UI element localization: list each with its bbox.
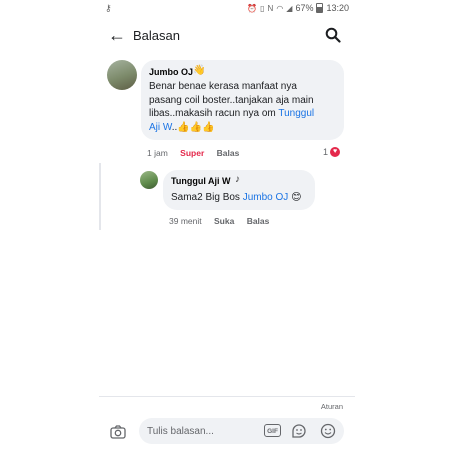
wave-icon: 👋 — [193, 65, 206, 76]
reply-time: 39 menit — [169, 216, 202, 226]
like-count[interactable]: 1 ♥ — [323, 147, 341, 157]
avatar-jumbo-oj[interactable] — [107, 60, 137, 90]
smile-emoji: 😊 — [291, 192, 302, 203]
alarm-icon: ⏰ — [247, 3, 258, 13]
heart-icon: ♥ — [330, 147, 341, 157]
battery-icon — [316, 3, 324, 13]
rules-link[interactable]: Aturan — [321, 402, 343, 411]
comment-text-line2: pasang coil boster..tanjakan aja main — [149, 94, 314, 106]
comment-text-line1: Benar benae kerasa manfaat nya — [149, 81, 297, 92]
reply-text-body: Sama2 Big Bos — [171, 192, 240, 203]
clock: 13:20 — [326, 3, 349, 13]
wifi-icon: ◠ — [276, 3, 284, 13]
reply-meta: 39 menit Suka Balas — [169, 216, 279, 226]
search-icon[interactable] — [325, 27, 341, 43]
composer-divider — [99, 396, 355, 397]
camera-icon[interactable] — [110, 424, 126, 440]
like-button[interactable]: Suka — [214, 216, 234, 226]
gif-icon[interactable]: GIF — [264, 424, 281, 437]
like-count-value: 1 — [323, 147, 329, 157]
reply-reply-button[interactable]: Balas — [247, 216, 270, 226]
emoji-icon[interactable] — [320, 423, 336, 439]
page-title: Balasan — [133, 28, 180, 43]
nfc-icon: N — [267, 3, 274, 13]
reply-button[interactable]: Balas — [217, 148, 240, 158]
reply-mention-link[interactable]: Jumbo OJ — [243, 192, 289, 203]
compose-bar: GIF — [139, 418, 344, 444]
reply-bubble[interactable]: Tunggul Aji W ♪ Sama2 Big Bos Jumbo OJ 😊 — [163, 170, 315, 210]
comment-bubble[interactable]: Jumbo OJ 👋 Benar benae kerasa manfaat ny… — [141, 60, 344, 140]
comment-text: Benar benae kerasa manfaat nya pasang co… — [149, 80, 339, 134]
app-screen: ⚷ ⏰ ▯ N ◠ ◢ 67% 13:20 ← Balasan Jumbo OJ… — [99, 0, 355, 450]
status-bar: ⚷ ⏰ ▯ N ◠ ◢ 67% 13:20 — [99, 0, 355, 18]
status-icons: ⏰ ▯ N ◠ ◢ 67% 13:20 — [247, 3, 349, 13]
reply-text: Sama2 Big Bos Jumbo OJ 😊 — [171, 191, 302, 205]
sticker-icon[interactable] — [291, 423, 307, 439]
comment-meta: 1 jam Super Balas — [147, 148, 249, 158]
super-reaction-button[interactable]: Super — [180, 148, 204, 158]
comment-time: 1 jam — [147, 148, 168, 158]
mention-link-part1[interactable]: Tunggul — [278, 108, 314, 119]
battery-percent: 67% — [295, 3, 314, 13]
comment-text-line3: libas..makasih racun nya om — [149, 108, 276, 119]
back-arrow-icon[interactable]: ← — [108, 25, 126, 45]
thread-line — [99, 163, 101, 230]
vibrate-icon: ▯ — [260, 3, 265, 13]
mention-link-part2[interactable]: Aji W — [149, 122, 172, 133]
sticker-reaction-icon: ♪ — [235, 174, 240, 185]
comment-author[interactable]: Jumbo OJ — [149, 67, 193, 77]
key-icon: ⚷ — [105, 3, 112, 13]
avatar-tunggul-aji-w[interactable] — [140, 171, 158, 189]
header-bar: ← Balasan — [99, 22, 355, 50]
thumbs-up-emojis: 👍👍👍 — [177, 121, 215, 133]
signal-icon: ◢ — [286, 3, 293, 13]
reply-input[interactable] — [147, 423, 257, 439]
reply-author[interactable]: Tunggul Aji W — [171, 176, 230, 186]
